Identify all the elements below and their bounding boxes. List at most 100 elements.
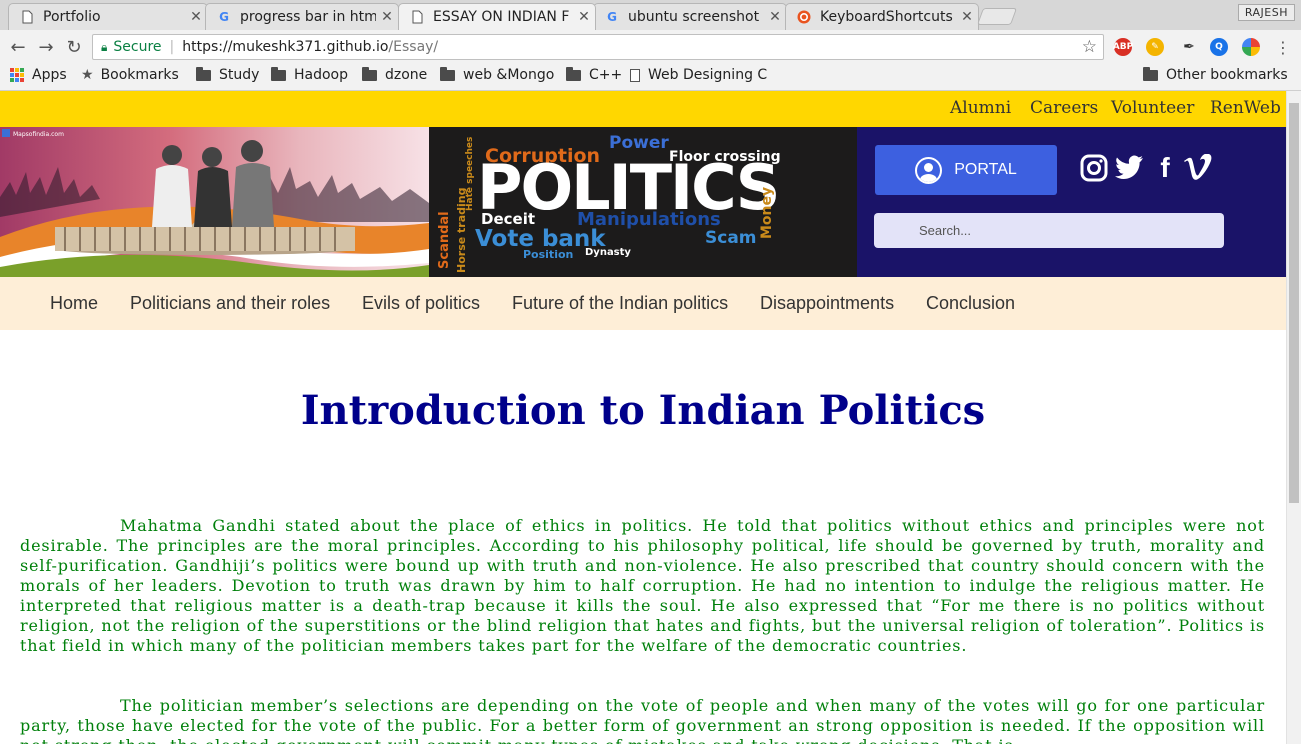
- back-icon[interactable]: ←: [6, 35, 30, 59]
- bookmark-label: C++: [589, 67, 623, 83]
- folder-icon: [1143, 66, 1158, 81]
- link-alumni[interactable]: Alumni: [950, 98, 1011, 118]
- essay-paragraph: Mahatma Gandhi stated about the place of…: [20, 516, 1265, 655]
- secure-label: Secure: [113, 39, 162, 55]
- star-icon: ★: [81, 67, 94, 83]
- profile-button[interactable]: RAJESH: [1237, 4, 1295, 21]
- document-icon: [19, 9, 35, 25]
- color-extension-icon[interactable]: [1242, 38, 1260, 56]
- bookmark-study[interactable]: Study: [196, 66, 259, 83]
- word-dynasty: Dynasty: [585, 247, 631, 258]
- apps-grid-icon: [10, 68, 24, 82]
- close-icon[interactable]: ✕: [376, 9, 398, 25]
- tab-title: ubuntu screenshot: [628, 9, 760, 25]
- search-extension-icon[interactable]: Q: [1210, 38, 1228, 56]
- folder-icon: [271, 66, 286, 81]
- tab-essay[interactable]: ESSAY ON INDIAN F ✕: [398, 3, 596, 30]
- search-input[interactable]: Search...: [874, 213, 1224, 248]
- other-bookmarks[interactable]: Other bookmarks: [1143, 66, 1288, 83]
- reload-icon[interactable]: ↻: [62, 35, 86, 59]
- folder-icon: [196, 66, 211, 81]
- new-tab-button[interactable]: [976, 8, 1018, 25]
- folder-icon: [566, 66, 581, 81]
- tab-ubuntu-screenshot[interactable]: G ubuntu screenshot ✕: [593, 3, 787, 30]
- bookmark-cpp[interactable]: C++: [566, 66, 623, 83]
- word-position: Position: [523, 248, 574, 261]
- image-caption: Mapsofindia.com: [13, 131, 64, 138]
- browser-toolbar: ← → ↻ 🔒︎ Secure | https://mukeshk371.git…: [0, 30, 1301, 64]
- bookmark-dzone[interactable]: dzone: [362, 66, 428, 83]
- google-icon: G: [607, 10, 617, 24]
- scrollbar-thumb[interactable]: [1289, 103, 1299, 503]
- tab-title: Portfolio: [43, 9, 101, 25]
- tab-portfolio[interactable]: Portfolio ✕: [8, 3, 208, 30]
- link-careers[interactable]: Careers: [1030, 98, 1098, 118]
- divider: |: [169, 39, 175, 55]
- nav-future-indian-politics[interactable]: Future of the Indian politics: [512, 293, 728, 314]
- tab-progress-bar[interactable]: G progress bar in htm ✕: [205, 3, 399, 30]
- top-link-bar: Alumni Careers Volunteer RenWeb: [0, 91, 1286, 127]
- bookmark-web-designing[interactable]: Web Designing C: [630, 67, 767, 83]
- address-bar[interactable]: 🔒︎ Secure | https://mukeshk371.github.io…: [92, 34, 1104, 60]
- extension-icon[interactable]: ✎: [1146, 38, 1164, 56]
- main-nav: Home Politicians and their roles Evils o…: [0, 277, 1286, 330]
- bookmark-bookmarks[interactable]: ★ Bookmarks: [81, 67, 179, 83]
- politics-word-cloud-image: Power Corruption Floor crossing POLITICS…: [429, 127, 857, 277]
- bookmark-label: Other bookmarks: [1166, 67, 1288, 83]
- tab-title: progress bar in htm: [240, 9, 376, 25]
- word-scam: Scam: [705, 228, 757, 248]
- forward-icon[interactable]: →: [34, 35, 58, 59]
- page-scrollbar[interactable]: [1286, 91, 1301, 744]
- bookmark-apps[interactable]: Apps: [10, 67, 67, 83]
- adblock-icon[interactable]: ABP: [1113, 38, 1133, 56]
- bookmark-label: Bookmarks: [100, 67, 179, 83]
- url-host: https://mukeshk371.github.io: [182, 39, 389, 55]
- close-icon[interactable]: ✕: [185, 9, 207, 25]
- ubuntu-icon: [796, 9, 812, 25]
- user-icon: [915, 156, 943, 184]
- google-icon: G: [219, 10, 229, 24]
- link-renweb[interactable]: RenWeb: [1210, 98, 1281, 118]
- facebook-icon[interactable]: f: [1155, 152, 1175, 183]
- word-power: Power: [609, 133, 669, 153]
- folder-icon: [440, 66, 455, 81]
- bookmark-label: Apps: [32, 67, 67, 83]
- bookmarks-bar: Apps ★ Bookmarks Study Hadoop dzone web …: [0, 64, 1301, 91]
- tab-keyboard-shortcuts[interactable]: KeyboardShortcuts ✕: [785, 3, 979, 30]
- bookmark-label: Web Designing C: [648, 67, 768, 83]
- tab-title: KeyboardShortcuts: [820, 9, 953, 25]
- close-icon[interactable]: ✕: [573, 9, 595, 25]
- document-icon: [409, 9, 425, 25]
- tab-strip: Portfolio ✕ G progress bar in htm ✕ ESSA…: [0, 0, 1301, 30]
- file-icon: [630, 68, 640, 82]
- nav-conclusion[interactable]: Conclusion: [926, 293, 1015, 314]
- portal-label: PORTAL: [954, 161, 1017, 178]
- bookmark-label: dzone: [385, 67, 428, 83]
- twitter-icon[interactable]: [1113, 153, 1145, 183]
- menu-kebab-icon[interactable]: ⋮: [1271, 35, 1295, 59]
- instagram-icon[interactable]: [1079, 153, 1109, 183]
- close-icon[interactable]: ✕: [764, 9, 786, 25]
- word-money: Money: [759, 186, 775, 239]
- url-path: /Essay/: [388, 39, 439, 55]
- vimeo-icon[interactable]: [1181, 153, 1215, 183]
- bookmark-star-icon[interactable]: ☆: [1082, 37, 1097, 57]
- link-volunteer[interactable]: Volunteer: [1111, 98, 1194, 118]
- parliament-crowd-image: Mapsofindia.com: [0, 127, 429, 277]
- folder-icon: [362, 66, 377, 81]
- bookmark-hadoop[interactable]: Hadoop: [271, 66, 349, 83]
- browser-chrome: Portfolio ✕ G progress bar in htm ✕ ESSA…: [0, 0, 1301, 91]
- close-icon[interactable]: ✕: [956, 9, 978, 25]
- bookmark-label: web &Mongo: [463, 67, 555, 83]
- header-actions-panel: PORTAL f Search...: [857, 127, 1286, 277]
- bookmark-web-mongo[interactable]: web &Mongo: [440, 66, 555, 83]
- header-banner: Mapsofindia.com Power Corruption Floor c…: [0, 127, 1286, 277]
- nav-home[interactable]: Home: [50, 293, 98, 314]
- nav-politicians-roles[interactable]: Politicians and their roles: [130, 293, 330, 314]
- nav-disappointments[interactable]: Disappointments: [760, 293, 894, 314]
- portal-button[interactable]: PORTAL: [875, 145, 1057, 195]
- eyedropper-icon[interactable]: ✒: [1180, 38, 1198, 56]
- nav-evils-of-politics[interactable]: Evils of politics: [362, 293, 480, 314]
- bookmark-label: Hadoop: [294, 67, 349, 83]
- page-title: Introduction to Indian Politics: [300, 387, 986, 434]
